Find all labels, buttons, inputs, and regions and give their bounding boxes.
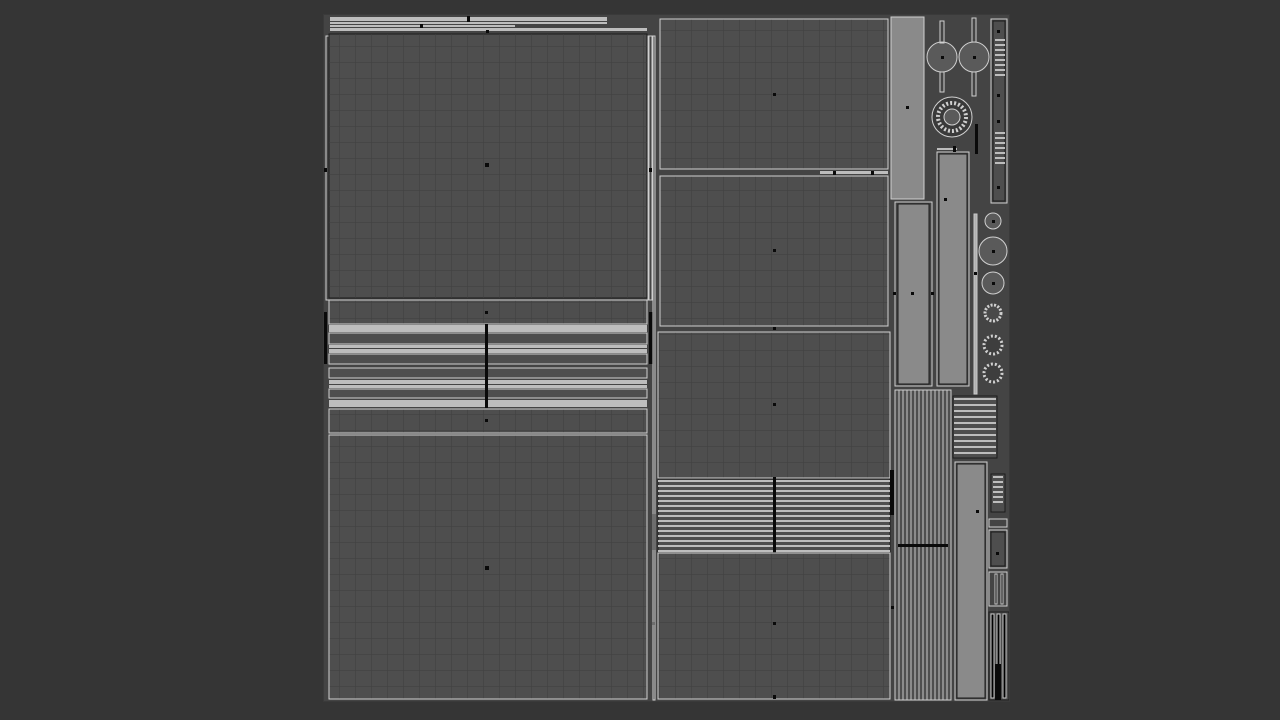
uv-island-mid-1[interactable]: [659, 18, 889, 175]
uv-island-far-right-bottom[interactable]: [988, 473, 1010, 701]
uv-island-far-right-strip[interactable]: [990, 18, 1008, 204]
uv-texture-sheet[interactable]: [323, 14, 1010, 702]
pivot-dot-icon: [485, 566, 489, 570]
uv-island-round-parts[interactable]: [926, 17, 990, 154]
uv-layout-canvas[interactable]: [323, 14, 1010, 702]
uv-island-mid-3[interactable]: [657, 331, 891, 479]
uv-island-mid-stripes[interactable]: [657, 477, 891, 554]
uv-island-circles-column[interactable]: [973, 212, 1008, 395]
uv-island-right-tall-2[interactable]: [893, 201, 934, 387]
uv-editor-viewport[interactable]: [0, 0, 1280, 720]
uv-island-large-bottom-left[interactable]: [328, 434, 656, 700]
uv-island-right-tall-4[interactable]: [954, 461, 988, 701]
uv-island-right-tall-3[interactable]: [936, 146, 970, 387]
uv-island-mid-2[interactable]: [659, 175, 889, 330]
uv-island-top-strips[interactable]: [330, 16, 647, 33]
uv-island-right-tall-1[interactable]: [890, 16, 925, 200]
uv-island-small-stripes[interactable]: [952, 395, 998, 459]
uv-island-large-top-left[interactable]: [324, 33, 653, 301]
pivot-dot-icon: [485, 163, 489, 167]
uv-island-mid-4[interactable]: [657, 552, 891, 700]
uv-island-middle-strips[interactable]: [324, 299, 653, 434]
uv-island-vertical-lines-block[interactable]: [894, 389, 952, 701]
